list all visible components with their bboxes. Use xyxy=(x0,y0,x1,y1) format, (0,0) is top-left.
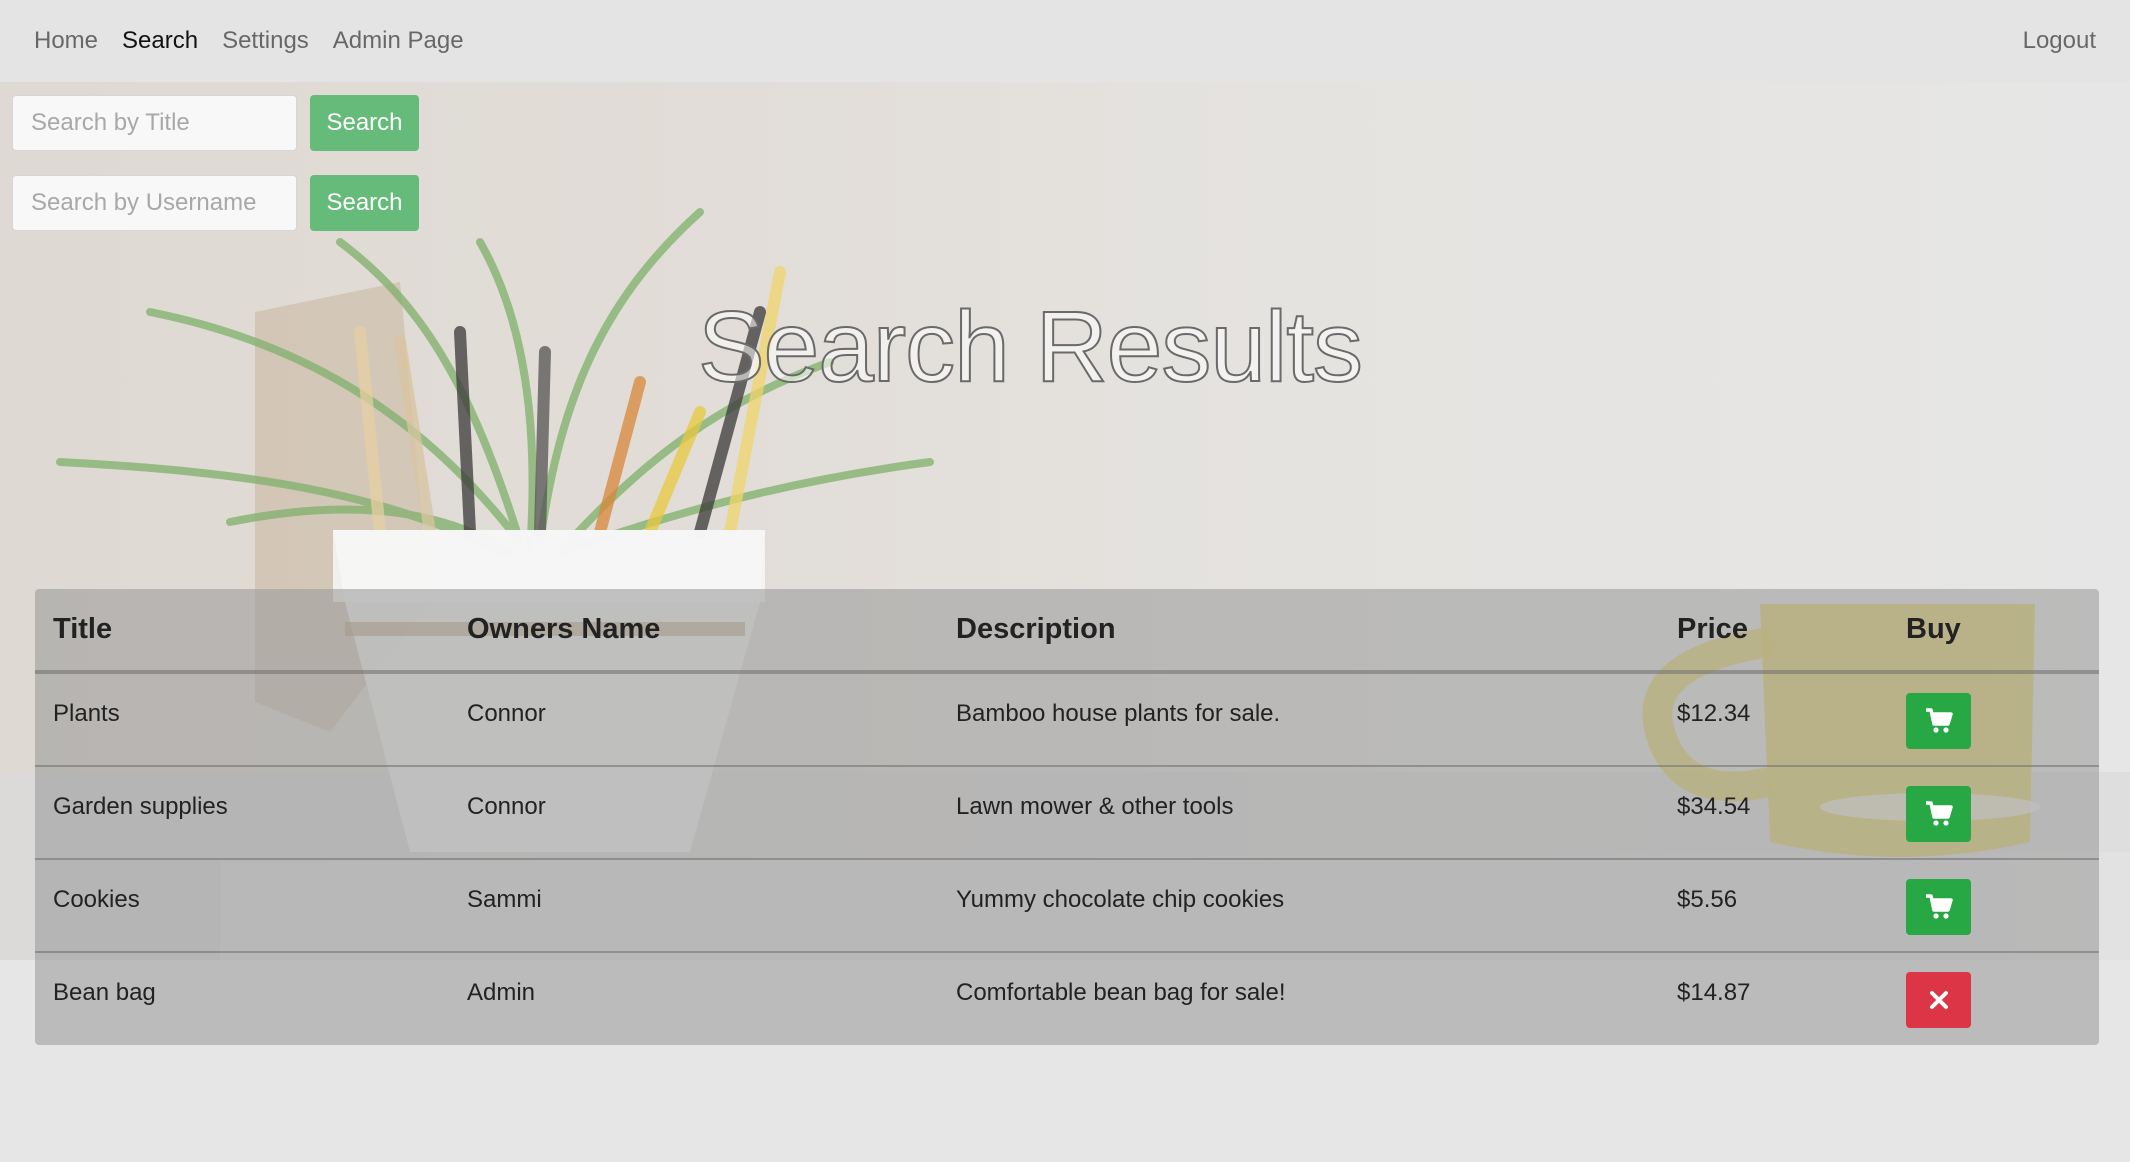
table-row: Cookies Sammi Yummy chocolate chip cooki… xyxy=(35,858,2099,951)
row-owner: Connor xyxy=(467,700,546,727)
cart-icon xyxy=(1925,708,1953,733)
buy-button[interactable] xyxy=(1906,786,1971,842)
cart-icon xyxy=(1925,894,1953,919)
row-title: Cookies xyxy=(53,886,140,913)
row-price: $34.54 xyxy=(1677,793,1751,820)
row-owner: Admin xyxy=(467,979,536,1006)
title-search-row: Search xyxy=(12,95,419,151)
table-header-row: Title Owners Name Description Price Buy xyxy=(35,589,2099,672)
row-title: Bean bag xyxy=(53,979,156,1006)
row-owner: Sammi xyxy=(467,886,542,913)
row-price: $5.56 xyxy=(1677,886,1738,913)
header-description: Description xyxy=(956,613,1116,645)
page-title: Search Results xyxy=(697,290,1364,404)
header-owner: Owners Name xyxy=(467,613,661,645)
search-title-button[interactable]: Search xyxy=(310,95,419,151)
row-description: Lawn mower & other tools xyxy=(956,793,1234,820)
navbar: Home Search Settings Admin Page Logout xyxy=(0,0,2130,82)
header-buy: Buy xyxy=(1906,613,1961,645)
row-title: Plants xyxy=(53,700,120,727)
cart-icon xyxy=(1925,801,1953,826)
remove-button[interactable] xyxy=(1906,972,1971,1028)
search-username-button[interactable]: Search xyxy=(310,175,419,231)
row-description: Yummy chocolate chip cookies xyxy=(956,886,1285,913)
nav-settings-link[interactable]: Settings xyxy=(210,27,321,55)
table-row: Plants Connor Bamboo house plants for sa… xyxy=(35,672,2099,765)
username-search-row: Search xyxy=(12,175,419,231)
buy-button[interactable] xyxy=(1906,879,1971,935)
close-icon xyxy=(1929,991,1948,1009)
table-row: Garden supplies Connor Lawn mower & othe… xyxy=(35,765,2099,858)
row-price: $14.87 xyxy=(1677,979,1751,1006)
nav-home-link[interactable]: Home xyxy=(22,27,110,55)
logout-link[interactable]: Logout xyxy=(2011,27,2108,55)
row-title: Garden supplies xyxy=(53,793,228,820)
header-title: Title xyxy=(53,613,113,645)
table-row: Bean bag Admin Comfortable bean bag for … xyxy=(35,951,2099,1044)
buy-button[interactable] xyxy=(1906,693,1971,749)
nav-admin-link[interactable]: Admin Page xyxy=(321,27,476,55)
row-description: Comfortable bean bag for sale! xyxy=(956,979,1286,1006)
row-description: Bamboo house plants for sale. xyxy=(956,700,1281,727)
nav-search-link[interactable]: Search xyxy=(110,27,210,55)
row-owner: Connor xyxy=(467,793,546,820)
header-price: Price xyxy=(1677,613,1748,645)
search-by-title-input[interactable] xyxy=(12,95,297,151)
row-price: $12.34 xyxy=(1677,700,1751,727)
search-by-username-input[interactable] xyxy=(12,175,297,231)
results-table: Title Owners Name Description Price Buy … xyxy=(35,589,2099,1045)
